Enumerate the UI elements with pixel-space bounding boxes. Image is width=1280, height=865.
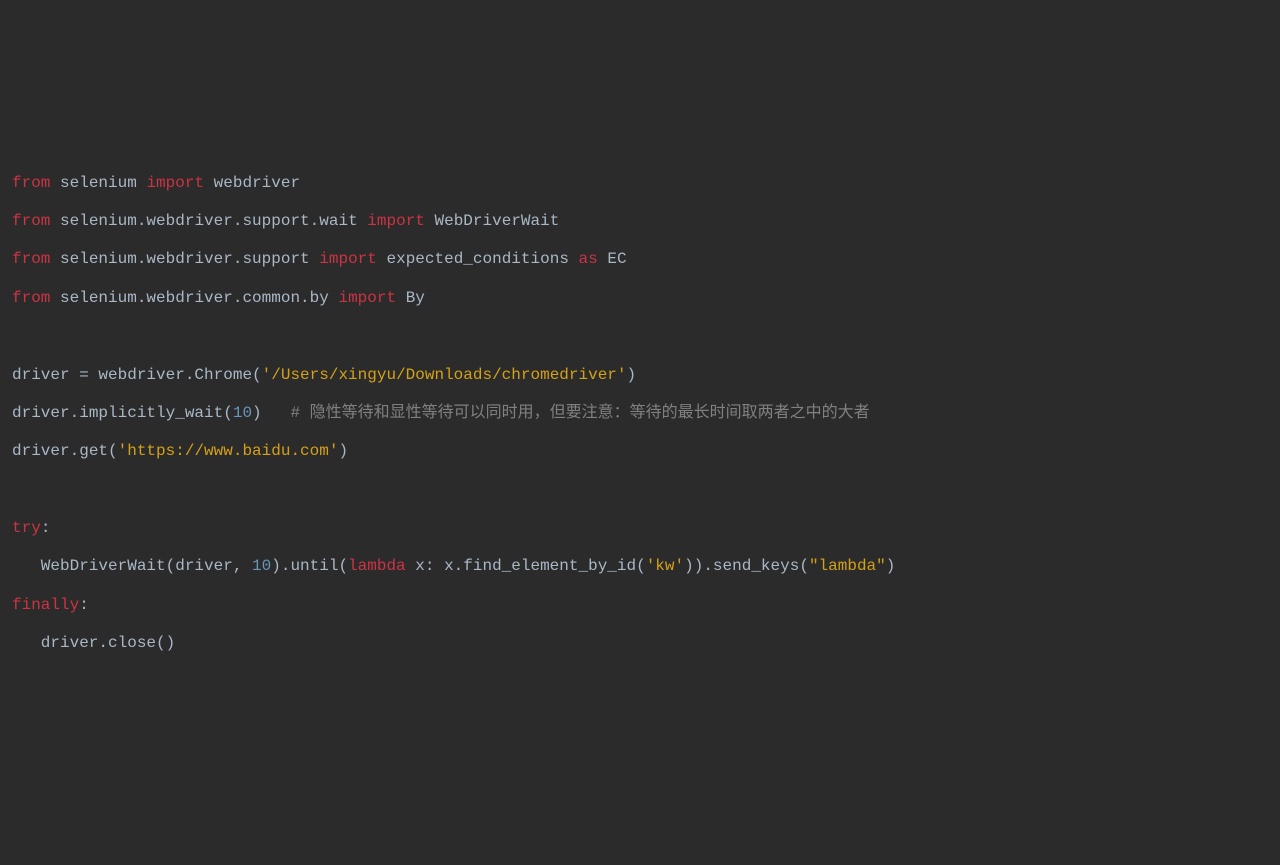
keyword-import: import — [319, 250, 377, 268]
import-name: WebDriverWait — [435, 212, 560, 230]
module-name: selenium — [60, 174, 137, 192]
blank-line — [12, 317, 1268, 355]
module-name: selenium.webdriver.support — [60, 250, 310, 268]
code-line: driver.close() — [12, 624, 1268, 662]
code-line: driver.get('https://www.baidu.com') — [12, 432, 1268, 470]
colon: : — [41, 519, 51, 537]
code-line: driver = webdriver.Chrome('/Users/xingyu… — [12, 356, 1268, 394]
colon: : — [79, 596, 89, 614]
paren: ) — [627, 366, 637, 384]
code-editor[interactable]: from selenium import webdriverfrom selen… — [12, 164, 1268, 663]
keyword-from: from — [12, 250, 50, 268]
code-line: try: — [12, 509, 1268, 547]
keyword-from: from — [12, 174, 50, 192]
paren: ) — [252, 404, 290, 422]
code-line: driver.implicitly_wait(10) # 隐性等待和显性等待可以… — [12, 394, 1268, 432]
keyword-from: from — [12, 289, 50, 307]
paren: ) — [338, 442, 348, 460]
blank-line — [12, 471, 1268, 509]
string-literal: 'kw' — [646, 557, 684, 575]
string-literal: '/Users/xingyu/Downloads/chromedriver' — [262, 366, 627, 384]
method-call: driver.close() — [41, 634, 175, 652]
assignment: driver = webdriver.Chrome( — [12, 366, 262, 384]
module-name: selenium.webdriver.common.by — [60, 289, 329, 307]
string-literal: 'https://www.baidu.com' — [118, 442, 339, 460]
code-line: from selenium.webdriver.support.wait imp… — [12, 202, 1268, 240]
import-name: By — [406, 289, 425, 307]
number-literal: 10 — [233, 404, 252, 422]
call-part: ).until( — [271, 557, 348, 575]
import-name: expected_conditions — [386, 250, 568, 268]
module-name: selenium.webdriver.support.wait — [60, 212, 358, 230]
alias-name: EC — [607, 250, 626, 268]
code-line: from selenium import webdriver — [12, 164, 1268, 202]
code-line: from selenium.webdriver.common.by import… — [12, 279, 1268, 317]
call-part: x: x.find_element_by_id( — [406, 557, 646, 575]
number-literal: 10 — [252, 557, 271, 575]
comment: # 隐性等待和显性等待可以同时用，但要注意：等待的最长时间取两者之中的大者 — [290, 404, 869, 422]
method-call: driver.implicitly_wait( — [12, 404, 233, 422]
code-line: from selenium.webdriver.support import e… — [12, 240, 1268, 278]
method-call: driver.get( — [12, 442, 118, 460]
import-name: webdriver — [214, 174, 300, 192]
call-part: )).send_keys( — [684, 557, 809, 575]
keyword-import: import — [146, 174, 204, 192]
code-line: WebDriverWait(driver, 10).until(lambda x… — [12, 547, 1268, 585]
keyword-from: from — [12, 212, 50, 230]
string-literal: "lambda" — [809, 557, 886, 575]
call-part: ) — [886, 557, 896, 575]
call-part: WebDriverWait(driver, — [41, 557, 252, 575]
keyword-try: try — [12, 519, 41, 537]
keyword-import: import — [367, 212, 425, 230]
keyword-import: import — [338, 289, 396, 307]
keyword-lambda: lambda — [348, 557, 406, 575]
keyword-as: as — [579, 250, 598, 268]
code-line: finally: — [12, 586, 1268, 624]
keyword-finally: finally — [12, 596, 79, 614]
